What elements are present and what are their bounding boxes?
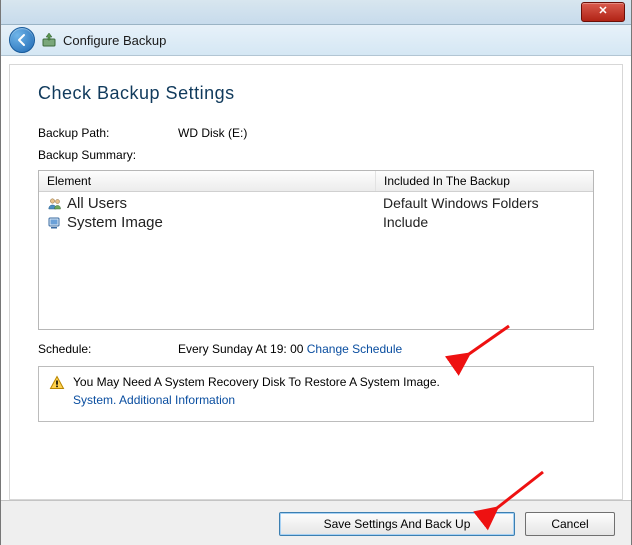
info-text: You May Need A System Recovery Disk To R…	[73, 375, 440, 389]
content-area: Check Backup Settings Backup Path: WD Di…	[1, 56, 631, 500]
backup-summary-label: Backup Summary:	[38, 148, 178, 162]
toolbar: Configure Backup	[1, 25, 631, 56]
backup-summary-table: Element Included In The Backup	[38, 170, 594, 330]
main-panel: Check Backup Settings Backup Path: WD Di…	[9, 64, 623, 500]
table-row: System Image Include	[39, 213, 593, 232]
close-icon: ✕	[598, 5, 607, 17]
footer: Save Settings And Back Up Cancel	[1, 500, 631, 545]
schedule-text: Every Sunday At 19: 00	[178, 342, 307, 356]
row-element: System Image	[67, 214, 163, 231]
configure-backup-window: ✕ Configure Backup Check Backup Settings…	[0, 0, 632, 545]
change-schedule-link[interactable]: Change Schedule	[307, 342, 402, 356]
table-header: Element Included In The Backup	[39, 171, 593, 192]
system-image-icon	[47, 215, 63, 231]
backup-app-icon	[41, 32, 57, 48]
row-included: Default Windows Folders	[375, 194, 593, 213]
table-row: All Users Default Windows Folders	[39, 194, 593, 213]
cancel-button[interactable]: Cancel	[525, 512, 615, 536]
users-icon	[47, 196, 63, 212]
info-box: You May Need A System Recovery Disk To R…	[38, 366, 594, 422]
backup-summary-label-row: Backup Summary:	[38, 148, 594, 162]
backup-path-row: Backup Path: WD Disk (E:)	[38, 126, 594, 140]
toolbar-title: Configure Backup	[63, 33, 166, 48]
close-button[interactable]: ✕	[581, 2, 625, 22]
row-element: All Users	[67, 195, 127, 212]
row-included: Include	[375, 213, 593, 232]
header-element: Element	[39, 171, 376, 191]
backup-path-value: WD Disk (E:)	[178, 126, 594, 140]
cancel-button-label: Cancel	[551, 517, 588, 531]
save-button-label: Save Settings And Back Up	[324, 517, 471, 531]
table-body: All Users Default Windows Folders	[39, 192, 593, 234]
titlebar: ✕	[1, 0, 631, 25]
schedule-row: Schedule: Every Sunday At 19: 00 Change …	[38, 342, 594, 356]
back-button[interactable]	[9, 27, 35, 53]
page-title: Check Backup Settings	[38, 83, 594, 104]
warning-icon	[49, 375, 65, 391]
header-included: Included In The Backup	[376, 171, 593, 191]
arrow-left-icon	[15, 33, 29, 47]
backup-path-label: Backup Path:	[38, 126, 178, 140]
schedule-label: Schedule:	[38, 342, 178, 356]
save-settings-button[interactable]: Save Settings And Back Up	[279, 512, 515, 536]
info-link[interactable]: System. Additional Information	[73, 393, 583, 407]
schedule-value: Every Sunday At 19: 00 Change Schedule	[178, 342, 594, 356]
